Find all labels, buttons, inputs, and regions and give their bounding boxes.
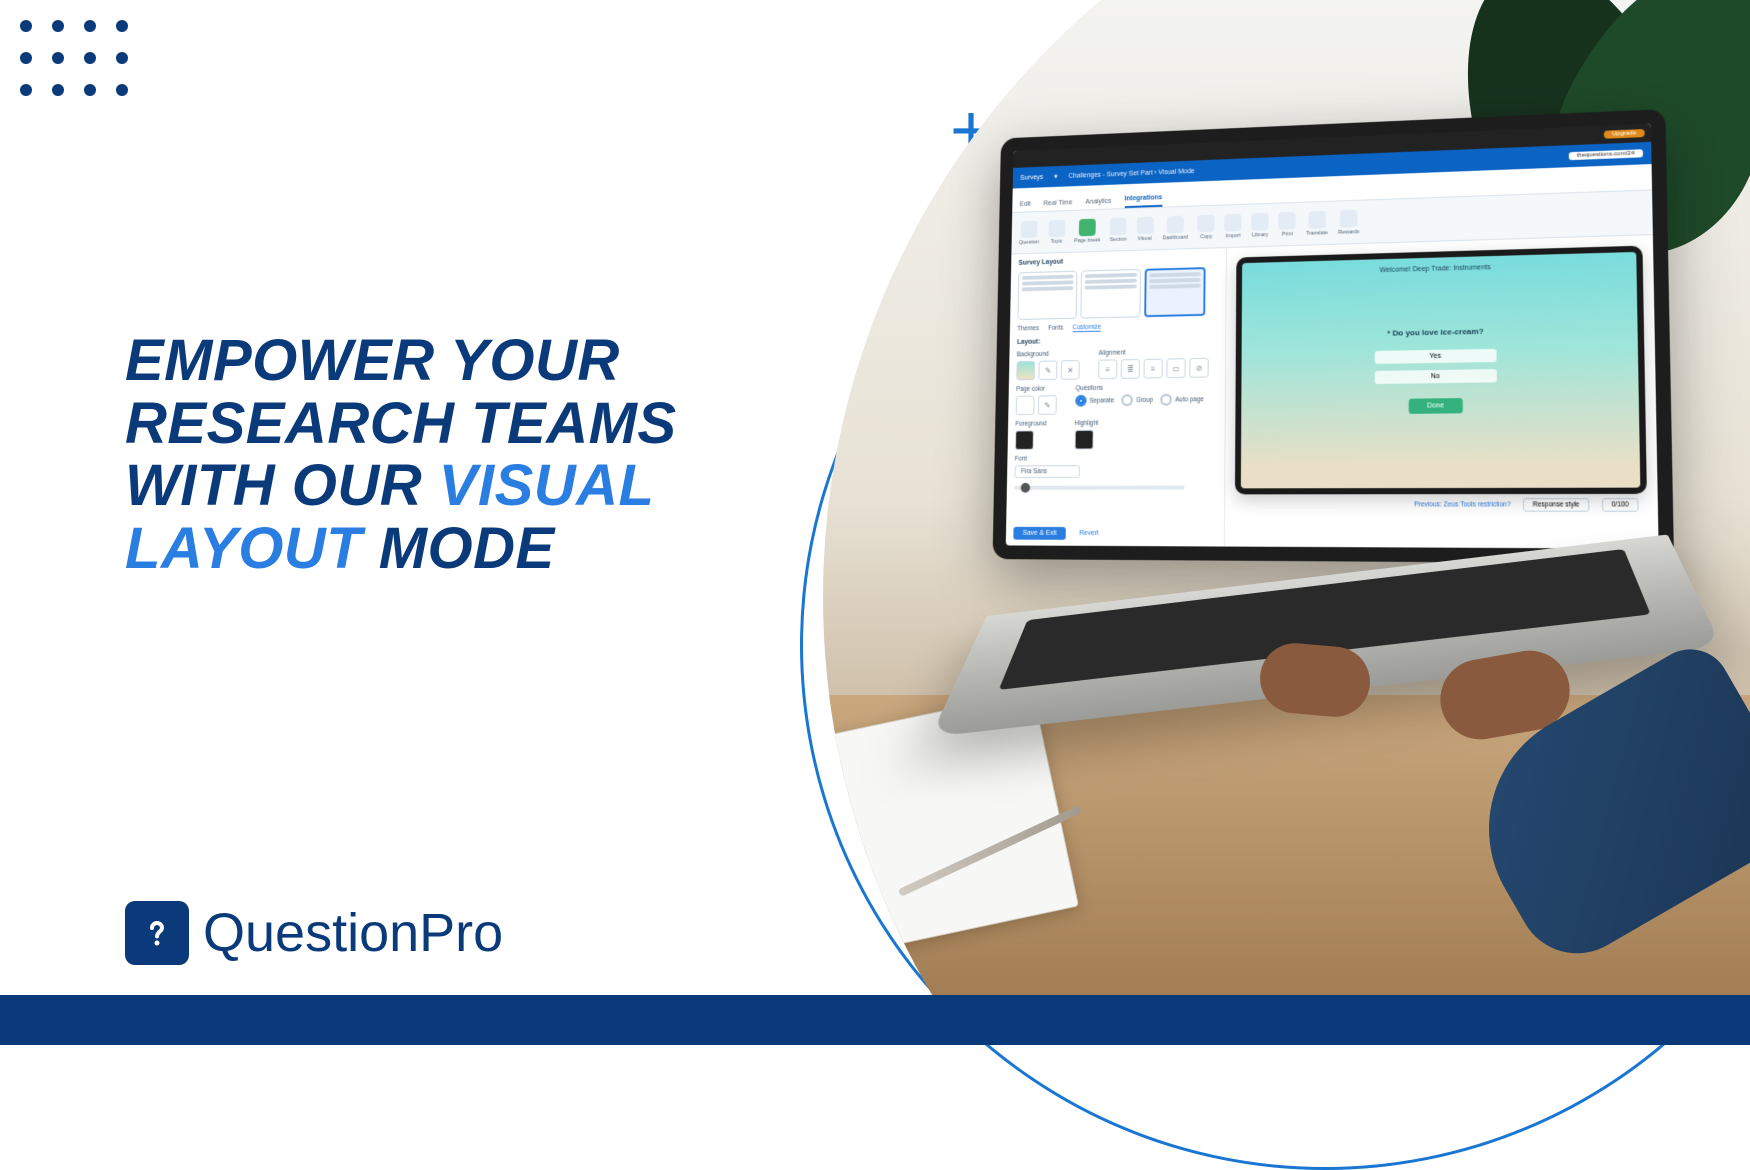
bg-edit-icon[interactable]: ✎ — [1038, 360, 1057, 380]
bg-label: Background — [1017, 350, 1080, 358]
logo: QuestionPro — [125, 901, 503, 965]
survey-preview: Welcome! Deep Trade: Instruments * Do yo… — [1235, 246, 1647, 495]
ribbon-rewards[interactable]: Rewards — [1338, 209, 1359, 235]
opt-group[interactable]: Group — [1122, 394, 1154, 406]
fg-swatch[interactable] — [1015, 430, 1034, 450]
upgrade-pill[interactable]: Upgrade — [1604, 129, 1645, 139]
ribbon-pagebreak[interactable]: Page break — [1074, 218, 1100, 244]
nav-surveys[interactable]: Surveys — [1020, 174, 1043, 181]
dot-grid — [20, 20, 134, 102]
left-panel: Survey Layout Themes Fonts Customize Lay… — [1006, 248, 1227, 547]
headline-line3b: VISUAL — [439, 453, 655, 518]
align-label: Alignment — [1098, 348, 1208, 357]
canvas: Welcome! Deep Trade: Instruments * Do yo… — [1225, 235, 1659, 549]
subtab-themes[interactable]: Themes — [1017, 325, 1039, 333]
laptop-screen: Upgrade Surveys ▾ Challenges - Survey Se… — [993, 109, 1675, 564]
align-right-icon[interactable]: ≡ — [1143, 359, 1162, 379]
tab-edit[interactable]: Edit — [1020, 201, 1031, 212]
subtab-fonts[interactable]: Fonts — [1048, 325, 1063, 333]
app-screenshot: Upgrade Surveys ▾ Challenges - Survey Se… — [1006, 124, 1659, 549]
font-label: Font — [1015, 455, 1217, 463]
ribbon-section[interactable]: Section — [1110, 217, 1127, 242]
preview-option-yes[interactable]: Yes — [1375, 349, 1497, 364]
fg-label: Foreground — [1015, 421, 1046, 428]
headline-line2: RESEARCH TEAMS — [125, 391, 677, 456]
headline-line4b: MODE — [362, 516, 555, 581]
questions-label: Questions — [1075, 383, 1203, 392]
save-button[interactable]: Save & Exit — [1013, 527, 1066, 540]
hl-swatch[interactable] — [1074, 430, 1093, 450]
revert-button[interactable]: Revert — [1072, 527, 1107, 540]
preview-done-button[interactable]: Done — [1409, 398, 1463, 414]
headline-line3a: WITH OUR — [125, 453, 439, 518]
logo-mark-icon — [125, 901, 189, 965]
logo-text: QuestionPro — [203, 902, 503, 964]
subtab-customize[interactable]: Customize — [1072, 324, 1101, 332]
survey-layout-title: Survey Layout — [1018, 254, 1218, 267]
ribbon-translate[interactable]: Translate — [1306, 210, 1328, 236]
layout-card-1[interactable] — [1017, 271, 1077, 320]
ribbon-import[interactable]: Import — [1224, 213, 1241, 239]
ribbon-library[interactable]: Library — [1251, 212, 1269, 238]
url-box[interactable]: thequestions.com/24 — [1568, 149, 1643, 160]
hero-photo: Upgrade Surveys ▾ Challenges - Survey Se… — [770, 0, 1750, 995]
tab-integrations[interactable]: Integrations — [1124, 194, 1162, 208]
opt-separate[interactable]: Separate — [1075, 394, 1114, 406]
align-left-icon[interactable]: ≡ — [1098, 359, 1117, 379]
ribbon-visual[interactable]: Visual — [1136, 216, 1153, 242]
headline-line4a: LAYOUT — [125, 516, 362, 581]
align-stretch-icon[interactable]: ▭ — [1166, 358, 1185, 378]
footer-counter: 0/100 — [1602, 498, 1639, 512]
headline-line1: EMPOWER YOUR — [125, 328, 620, 393]
layout-card-2[interactable] — [1080, 269, 1141, 319]
preview-question: * Do you love ice-cream? — [1242, 324, 1638, 341]
bg-thumb[interactable] — [1016, 361, 1035, 381]
align-none-icon[interactable]: ⊘ — [1189, 358, 1208, 378]
footer-stripe — [0, 995, 1750, 1045]
tab-realtime[interactable]: Real Time — [1043, 199, 1072, 210]
tab-analytics[interactable]: Analytics — [1085, 198, 1111, 209]
pagecolor-svc-icon[interactable] — [1016, 396, 1035, 416]
footer-response-style[interactable]: Response style — [1523, 498, 1589, 512]
ribbon-topic[interactable]: Topic — [1048, 219, 1065, 244]
ribbon-print[interactable]: Print — [1279, 211, 1297, 237]
hl-label: Highlight — [1075, 420, 1099, 427]
ribbon-dashboard[interactable]: Dashboard — [1163, 215, 1189, 241]
align-center-icon[interactable]: ≣ — [1121, 359, 1140, 379]
general-layout-label: Layout: — [1017, 335, 1218, 346]
bg-delete-icon[interactable]: ✕ — [1061, 360, 1080, 380]
headline: EMPOWER YOUR RESEARCH TEAMS WITH OUR VIS… — [125, 330, 765, 581]
preview-option-no[interactable]: No — [1375, 369, 1497, 384]
font-size-slider[interactable] — [1014, 485, 1184, 489]
laptop: Upgrade Surveys ▾ Challenges - Survey Se… — [980, 120, 1700, 720]
font-select[interactable]: Fira Sans — [1014, 465, 1080, 478]
opt-autopage[interactable]: Auto page — [1161, 393, 1204, 405]
pagecolor-pick-icon[interactable]: ✎ — [1038, 395, 1057, 415]
ribbon-question[interactable]: Question — [1019, 220, 1040, 245]
page-color-label: Page color — [1016, 386, 1057, 393]
preview-title: Welcome! Deep Trade: Instruments — [1242, 260, 1636, 278]
footer-link[interactable]: Previous: Zeus Tools restriction? — [1414, 501, 1511, 508]
layout-card-3[interactable] — [1144, 267, 1205, 317]
ribbon-copy[interactable]: Copy — [1198, 214, 1215, 240]
